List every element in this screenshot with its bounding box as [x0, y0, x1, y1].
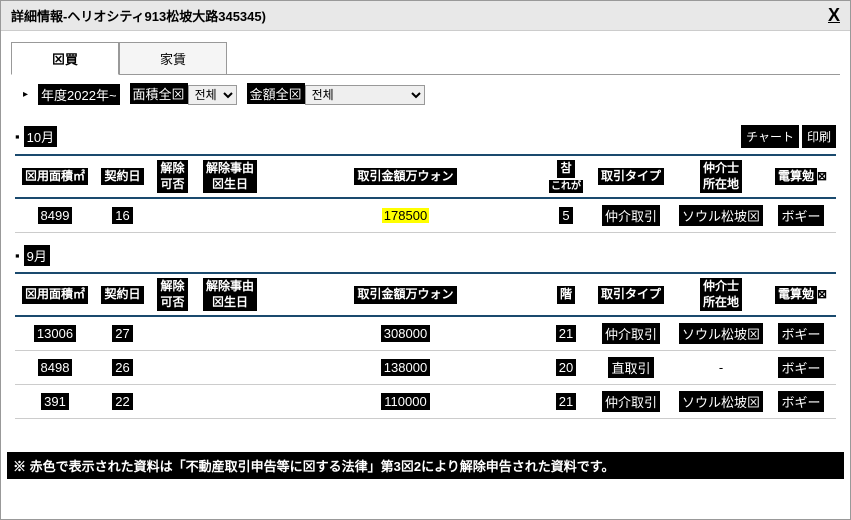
month-label-sep: 9月: [24, 245, 50, 266]
col-price: 取引金額万ウォン: [354, 286, 456, 304]
cell-value: 308000: [381, 325, 430, 342]
cell-value: 13006: [34, 325, 76, 342]
amount-filter-label: 金額全⊠: [247, 83, 305, 104]
footer-note: ※ 赤色で表示された資料は「不動産取引申告等に⊠する法律」第3⊠2により解除申告…: [7, 452, 844, 479]
col-cancel: 解除 可否: [157, 278, 187, 311]
cell-value: ソウル松坡⊠: [679, 323, 763, 344]
table-row: 13006 27 308000 21 仲介取引ソウル松坡⊠ ボギー: [15, 316, 836, 351]
col-date: 契約日: [101, 168, 143, 186]
col-comp: 電算勉: [775, 286, 817, 304]
print-button[interactable]: 印刷: [802, 125, 836, 148]
col-floor: 階: [557, 286, 575, 304]
view-button[interactable]: ボギー: [778, 323, 823, 344]
col-comp: 電算勉: [775, 168, 817, 186]
col-broker: 仲介士 所在地: [700, 160, 742, 193]
col-price: 取引金額万ウォン: [354, 168, 456, 186]
cell-value: 20: [556, 359, 576, 376]
col-cancel-date: 解除事由 ⊠生日: [203, 278, 257, 311]
view-button[interactable]: ボギー: [778, 357, 823, 378]
view-button[interactable]: ボギー: [778, 205, 823, 226]
col-note: 참: [557, 160, 574, 178]
col-date: 契約日: [101, 286, 143, 304]
amount-filter-select[interactable]: 전체: [305, 85, 425, 105]
cell-value: 27: [112, 325, 132, 342]
cell-value: 8499: [38, 207, 73, 224]
cell-value: 16: [112, 207, 132, 224]
bullet-icon: ▪: [15, 129, 20, 144]
area-filter-label: 面積全⊠: [130, 83, 188, 104]
cell-value: 22: [112, 393, 132, 410]
table-september: ⊠用面積㎡ 契約日 解除 可否 解除事由 ⊠生日 取引金額万ウォン 階 取引タイ…: [15, 272, 836, 419]
cell-value: 178500: [382, 208, 429, 223]
col-cancel-date: 解除事由 ⊠生日: [203, 160, 257, 193]
tab-rent[interactable]: 家賃: [119, 42, 227, 75]
cell-value: 138000: [381, 359, 430, 376]
cell-value: 仲介取引: [602, 323, 660, 344]
col-area: ⊠用面積㎡: [22, 286, 88, 304]
cell-value: 8498: [38, 359, 73, 376]
chart-button[interactable]: チャート: [741, 125, 799, 148]
view-button[interactable]: ボギー: [778, 391, 823, 412]
table-row: 84982613800020直取引-ボギー: [15, 351, 836, 385]
cell-value: ソウル松坡⊠: [679, 205, 763, 226]
col-cancel: 解除 可否: [157, 160, 187, 193]
table-row: 391 22 110000 21 仲介取引ソウル松坡⊠ ボギー: [15, 385, 836, 419]
col-note-tag: これが: [549, 180, 583, 193]
tab-buy[interactable]: ⊠買: [11, 42, 119, 75]
area-filter-select[interactable]: 전체: [188, 85, 237, 105]
col-type: 取引タイプ: [598, 286, 664, 304]
filter-bar: ▸ 年度2022年~ 面積全⊠전체 金額全⊠전체: [11, 74, 840, 113]
cell-value: 21: [556, 393, 576, 410]
cell-value: 直取引: [608, 357, 653, 378]
cell-value: ソウル松坡⊠: [679, 391, 763, 412]
chevron-right-icon: ▸: [23, 89, 28, 100]
cell-value: 391: [41, 393, 69, 410]
bullet-icon: ▪: [15, 248, 20, 263]
table-october: ⊠用面積㎡ 契約日 解除 可否 解除事由 ⊠生日 取引金額万ウォン 참 これが …: [15, 154, 836, 233]
cell-value: 5: [559, 207, 572, 224]
col-area: ⊠用面積㎡: [22, 168, 88, 186]
cell-value: 仲介取引: [602, 391, 660, 412]
cell-value: 仲介取引: [602, 205, 660, 226]
month-label-oct: 10月: [24, 126, 57, 147]
content-scroll[interactable]: ▪ 10月 チャート 印刷 ⊠用面積㎡ 契約日 解除 可否 解除事由 ⊠生日 取…: [1, 113, 850, 448]
col-type: 取引タイプ: [598, 168, 664, 186]
close-icon[interactable]: X: [828, 5, 840, 26]
window-title: 詳細情報-ヘリオシティ913松坡大路345345): [11, 6, 266, 25]
tab-bar: ⊠買 家賃: [1, 31, 850, 74]
year-filter-label: 年度2022年~: [38, 84, 120, 105]
cell-value: 26: [112, 359, 132, 376]
col-broker: 仲介士 所在地: [700, 278, 742, 311]
cell-value: 21: [556, 325, 576, 342]
cell-value: 110000: [381, 393, 429, 410]
table-row: 8499 16 178500 5 仲介取引ソウル松坡⊠ ボギー: [15, 198, 836, 233]
